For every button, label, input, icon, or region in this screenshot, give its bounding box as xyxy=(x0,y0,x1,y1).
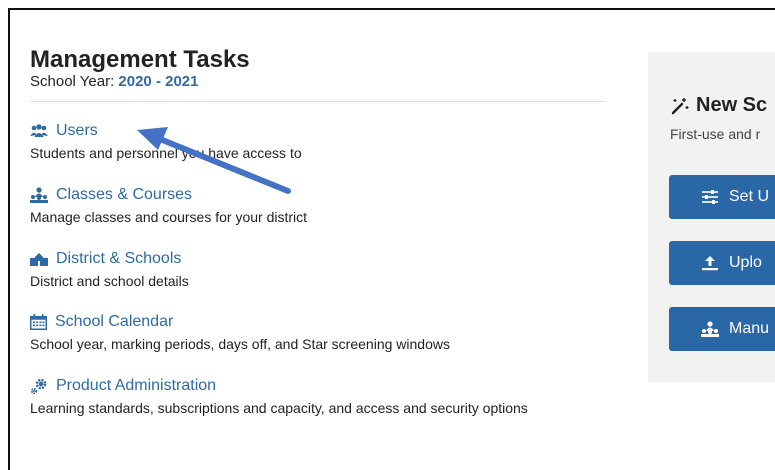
gears-icon xyxy=(30,378,47,394)
school-year-value: 2020 - 2021 xyxy=(118,73,199,90)
classes-icon xyxy=(30,187,48,203)
school-calendar-link[interactable]: School Calendar xyxy=(30,313,450,331)
product-administration-link[interactable]: Product Administration xyxy=(30,377,528,395)
button-label: Manu xyxy=(729,320,770,337)
task-description: Students and personnel you have access t… xyxy=(30,145,302,161)
task-label: Product Administration xyxy=(56,377,217,394)
task-label: District & Schools xyxy=(56,250,182,267)
task-district-schools: District & Schools District and school d… xyxy=(30,250,189,289)
task-description: Manage classes and courses for your dist… xyxy=(30,209,308,225)
task-description: School year, marking periods, days off, … xyxy=(30,336,450,352)
classes-courses-link[interactable]: Classes & Courses xyxy=(30,186,307,204)
school-building-icon xyxy=(30,253,48,266)
calendar-icon xyxy=(30,314,47,330)
panel-subtitle: First-use and r xyxy=(670,126,761,142)
page-title: Management Tasks xyxy=(30,46,250,73)
task-description: Learning standards, subscriptions and ca… xyxy=(30,400,528,416)
users-link[interactable]: Users xyxy=(30,122,302,140)
upload-icon xyxy=(702,256,718,271)
task-users: Users Students and personnel you have ac… xyxy=(30,122,302,161)
sliders-icon xyxy=(702,190,718,204)
divider xyxy=(30,101,606,102)
button-label: Set U xyxy=(729,188,770,205)
panel-title-text: New Sc xyxy=(696,94,768,116)
task-description: District and school details xyxy=(30,273,189,289)
task-product-administration: Product Administration Learning standard… xyxy=(30,377,528,416)
panel-title: New Sc xyxy=(670,94,767,117)
upload-button[interactable]: Uplo xyxy=(669,241,775,285)
district-schools-link[interactable]: District & Schools xyxy=(30,250,189,268)
magic-wand-icon xyxy=(671,97,689,114)
task-label: Classes & Courses xyxy=(56,186,193,203)
classes-icon xyxy=(701,321,719,337)
task-school-calendar: School Calendar School year, marking per… xyxy=(30,313,450,352)
task-classes-courses: Classes & Courses Manage classes and cou… xyxy=(30,186,307,225)
task-label: School Calendar xyxy=(55,313,174,330)
button-label: Uplo xyxy=(729,254,762,271)
task-label: Users xyxy=(56,122,98,139)
set-up-button[interactable]: Set U xyxy=(669,175,775,219)
manage-classes-button[interactable]: Manu xyxy=(669,307,775,351)
users-icon xyxy=(30,124,48,137)
school-year-label: School Year: xyxy=(30,73,119,90)
school-year: School Year: 2020 - 2021 xyxy=(30,73,198,90)
new-school-year-panel: New Sc First-use and r Set U Uplo Manu xyxy=(648,52,775,382)
